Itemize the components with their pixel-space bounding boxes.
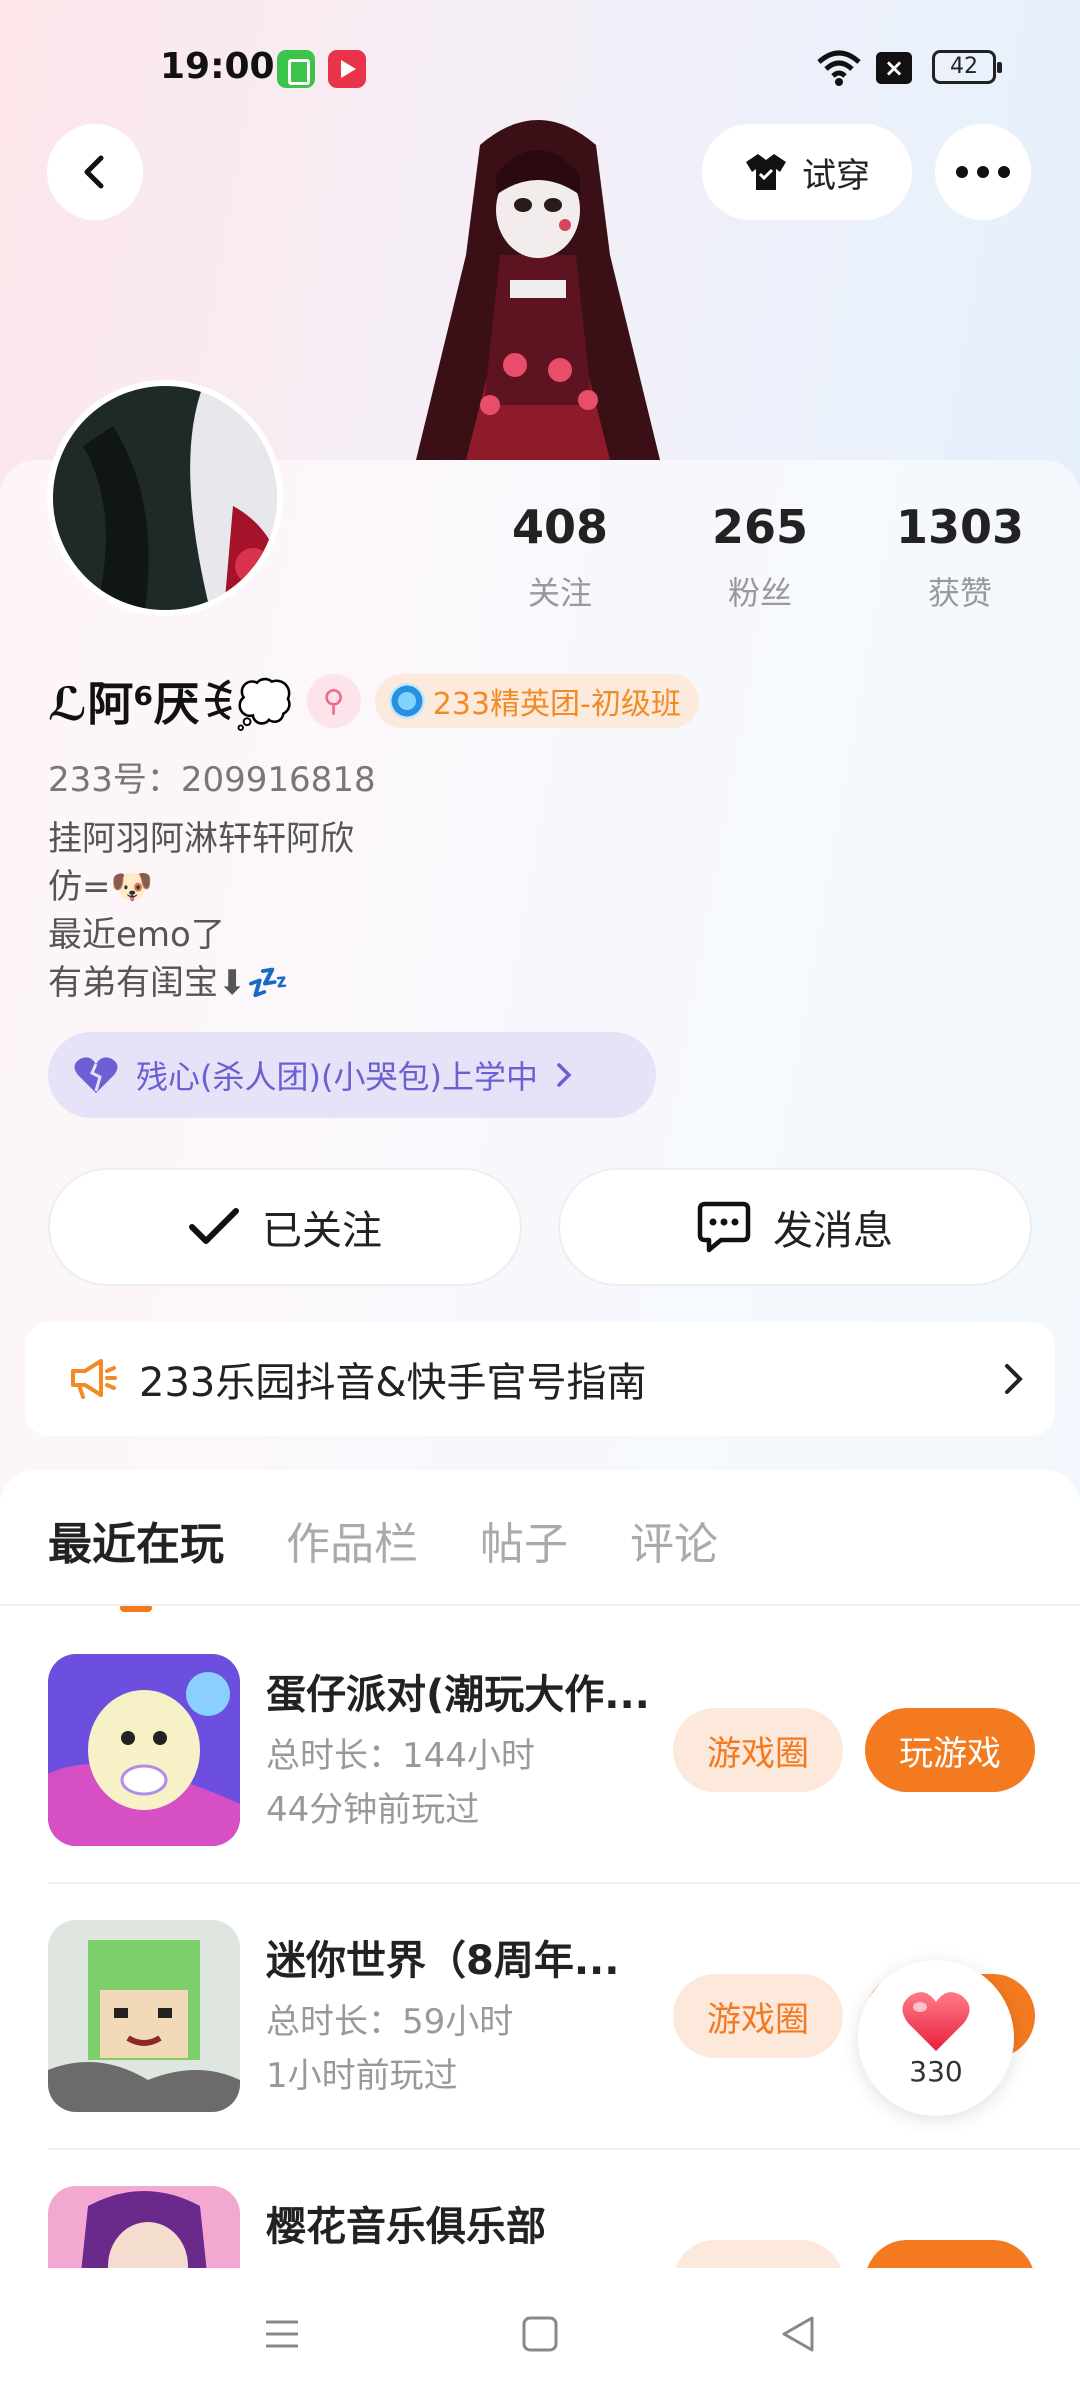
game-title: 蛋仔派对(潮玩大作... (266, 1672, 650, 1718)
play-game-button[interactable]: 玩游戏 (865, 1708, 1035, 1792)
name-row: ℒ阿⁶厌ꉂ💭 ⚲ 233精英团-初级班 (48, 668, 699, 734)
tab-comments[interactable]: 评论 (630, 1508, 718, 1572)
bio-line: 仿=🐶 (48, 867, 153, 907)
user-id: 233号：209916818 (48, 760, 376, 800)
tab-works[interactable]: 作品栏 (286, 1508, 418, 1572)
app-notification-icon (277, 50, 315, 88)
send-message-button[interactable]: 发消息 (558, 1168, 1032, 1286)
more-options-button[interactable] (935, 124, 1031, 220)
profile-stats: 408 关注 265 粉丝 1303 获赞 (460, 500, 1060, 614)
game-last-played: 1小时前玩过 (266, 2056, 458, 2096)
tab-posts[interactable]: 帖子 (480, 1508, 568, 1572)
followed-label: 已关注 (262, 1208, 382, 1254)
chevron-right-icon (557, 1063, 572, 1087)
heart-icon (902, 1991, 970, 2051)
tab-divider (0, 1604, 1080, 1606)
video-app-notification-icon (328, 50, 366, 88)
game-icon (48, 1654, 240, 1846)
avatar[interactable] (47, 380, 283, 616)
game-circle-button[interactable]: 游戏圈 (673, 1974, 843, 2058)
game-list-item[interactable]: 蛋仔派对(潮玩大作... 总时长：144小时 44分钟前玩过 游戏圈 玩游戏 (48, 1654, 1048, 1848)
game-play-duration: 总时长：144小时 (266, 1736, 535, 1776)
shirt-icon (746, 154, 786, 190)
user-bio: 挂阿羽阿淋轩轩阿欣 仿=🐶 最近emo了 有弟有闺宝⬇💤 (48, 815, 354, 1007)
system-navigation-bar (0, 2268, 1080, 2400)
game-circle-button[interactable]: 游戏圈 (673, 1708, 843, 1792)
more-horizontal-icon (956, 166, 1010, 178)
megaphone-icon (71, 1359, 117, 1399)
tab-recently-played[interactable]: 最近在玩 (48, 1508, 224, 1612)
check-icon (189, 1208, 239, 1244)
stat-label: 获赞 (927, 574, 992, 612)
game-icon (48, 1920, 240, 2112)
rank-medal-icon (388, 683, 425, 719)
chevron-left-icon (84, 155, 104, 189)
back-triangle-icon[interactable] (778, 2314, 818, 2354)
game-icon (48, 2186, 240, 2268)
profile-tabs: 最近在玩 作品栏 帖子 评论 (48, 1508, 718, 1612)
stat-value: 1303 (895, 500, 1025, 554)
back-button[interactable] (47, 124, 143, 220)
avatar-character-illustration (416, 120, 660, 460)
bio-line: 挂阿羽阿淋轩轩阿欣 (48, 819, 354, 859)
chat-bubble-icon (697, 1201, 751, 1253)
stat-likes[interactable]: 1303 获赞 (860, 500, 1060, 614)
game-play-duration: 总时长：59小时 (266, 2002, 514, 2042)
list-divider (48, 2148, 1080, 2150)
status-time: 19:00 (160, 46, 275, 87)
stat-followers[interactable]: 265 粉丝 (660, 500, 860, 614)
club-tag[interactable]: 残心(杀人团)(小哭包)上学中 (48, 1032, 656, 1118)
menu-icon[interactable] (262, 2314, 302, 2354)
announcement-bar[interactable]: 233乐园抖音&快手官号指南 (25, 1322, 1055, 1436)
try-on-button[interactable]: 试穿 (702, 124, 912, 220)
game-title: 迷你世界（8周年... (266, 1938, 620, 1984)
battery-level: 42 (950, 54, 978, 79)
game-list-item[interactable]: 樱花音乐俱乐部 游戏圈 玩游戏 (48, 2186, 1048, 2268)
game-last-played: 44分钟前玩过 (266, 1790, 480, 1830)
followed-button[interactable]: 已关注 (48, 1168, 522, 1286)
list-divider (48, 1882, 1080, 1884)
female-gender-icon: ⚲ (306, 674, 361, 728)
announcement-text: 233乐园抖音&快手官号指南 (139, 1360, 647, 1406)
try-on-label: 试穿 (802, 155, 870, 196)
stat-following[interactable]: 408 关注 (460, 500, 660, 614)
chevron-right-icon (1005, 1364, 1023, 1394)
user-name: ℒ阿⁶厌ꉂ💭 (48, 677, 293, 731)
battery-icon: 42 (932, 50, 1002, 84)
bio-line: 最近emo了 (48, 915, 225, 955)
send-message-label: 发消息 (773, 1208, 893, 1254)
game-circle-button[interactable]: 游戏圈 (673, 2240, 843, 2268)
stat-value: 265 (711, 500, 809, 554)
wifi-icon (817, 50, 861, 86)
like-floating-button[interactable]: 330 (858, 1960, 1014, 2116)
game-title: 樱花音乐俱乐部 (266, 2204, 546, 2250)
bio-line: 有弟有闺宝⬇💤 (48, 963, 289, 1003)
rank-badge[interactable]: 233精英团-初级班 (374, 674, 699, 728)
home-icon[interactable] (520, 2314, 560, 2354)
heart-icon (74, 1057, 118, 1093)
stat-label: 粉丝 (727, 574, 792, 612)
stat-label: 关注 (527, 574, 592, 612)
profile-actions: 已关注 发消息 (48, 1168, 1032, 1286)
play-game-button[interactable]: 玩游戏 (865, 2240, 1035, 2268)
stat-value: 408 (511, 500, 609, 554)
no-sim-icon: × (876, 52, 912, 84)
club-tag-label: 残心(杀人团)(小哭包)上学中 (136, 1058, 538, 1096)
rank-badge-label: 233精英团-初级班 (432, 687, 681, 722)
like-count: 330 (909, 2054, 963, 2088)
